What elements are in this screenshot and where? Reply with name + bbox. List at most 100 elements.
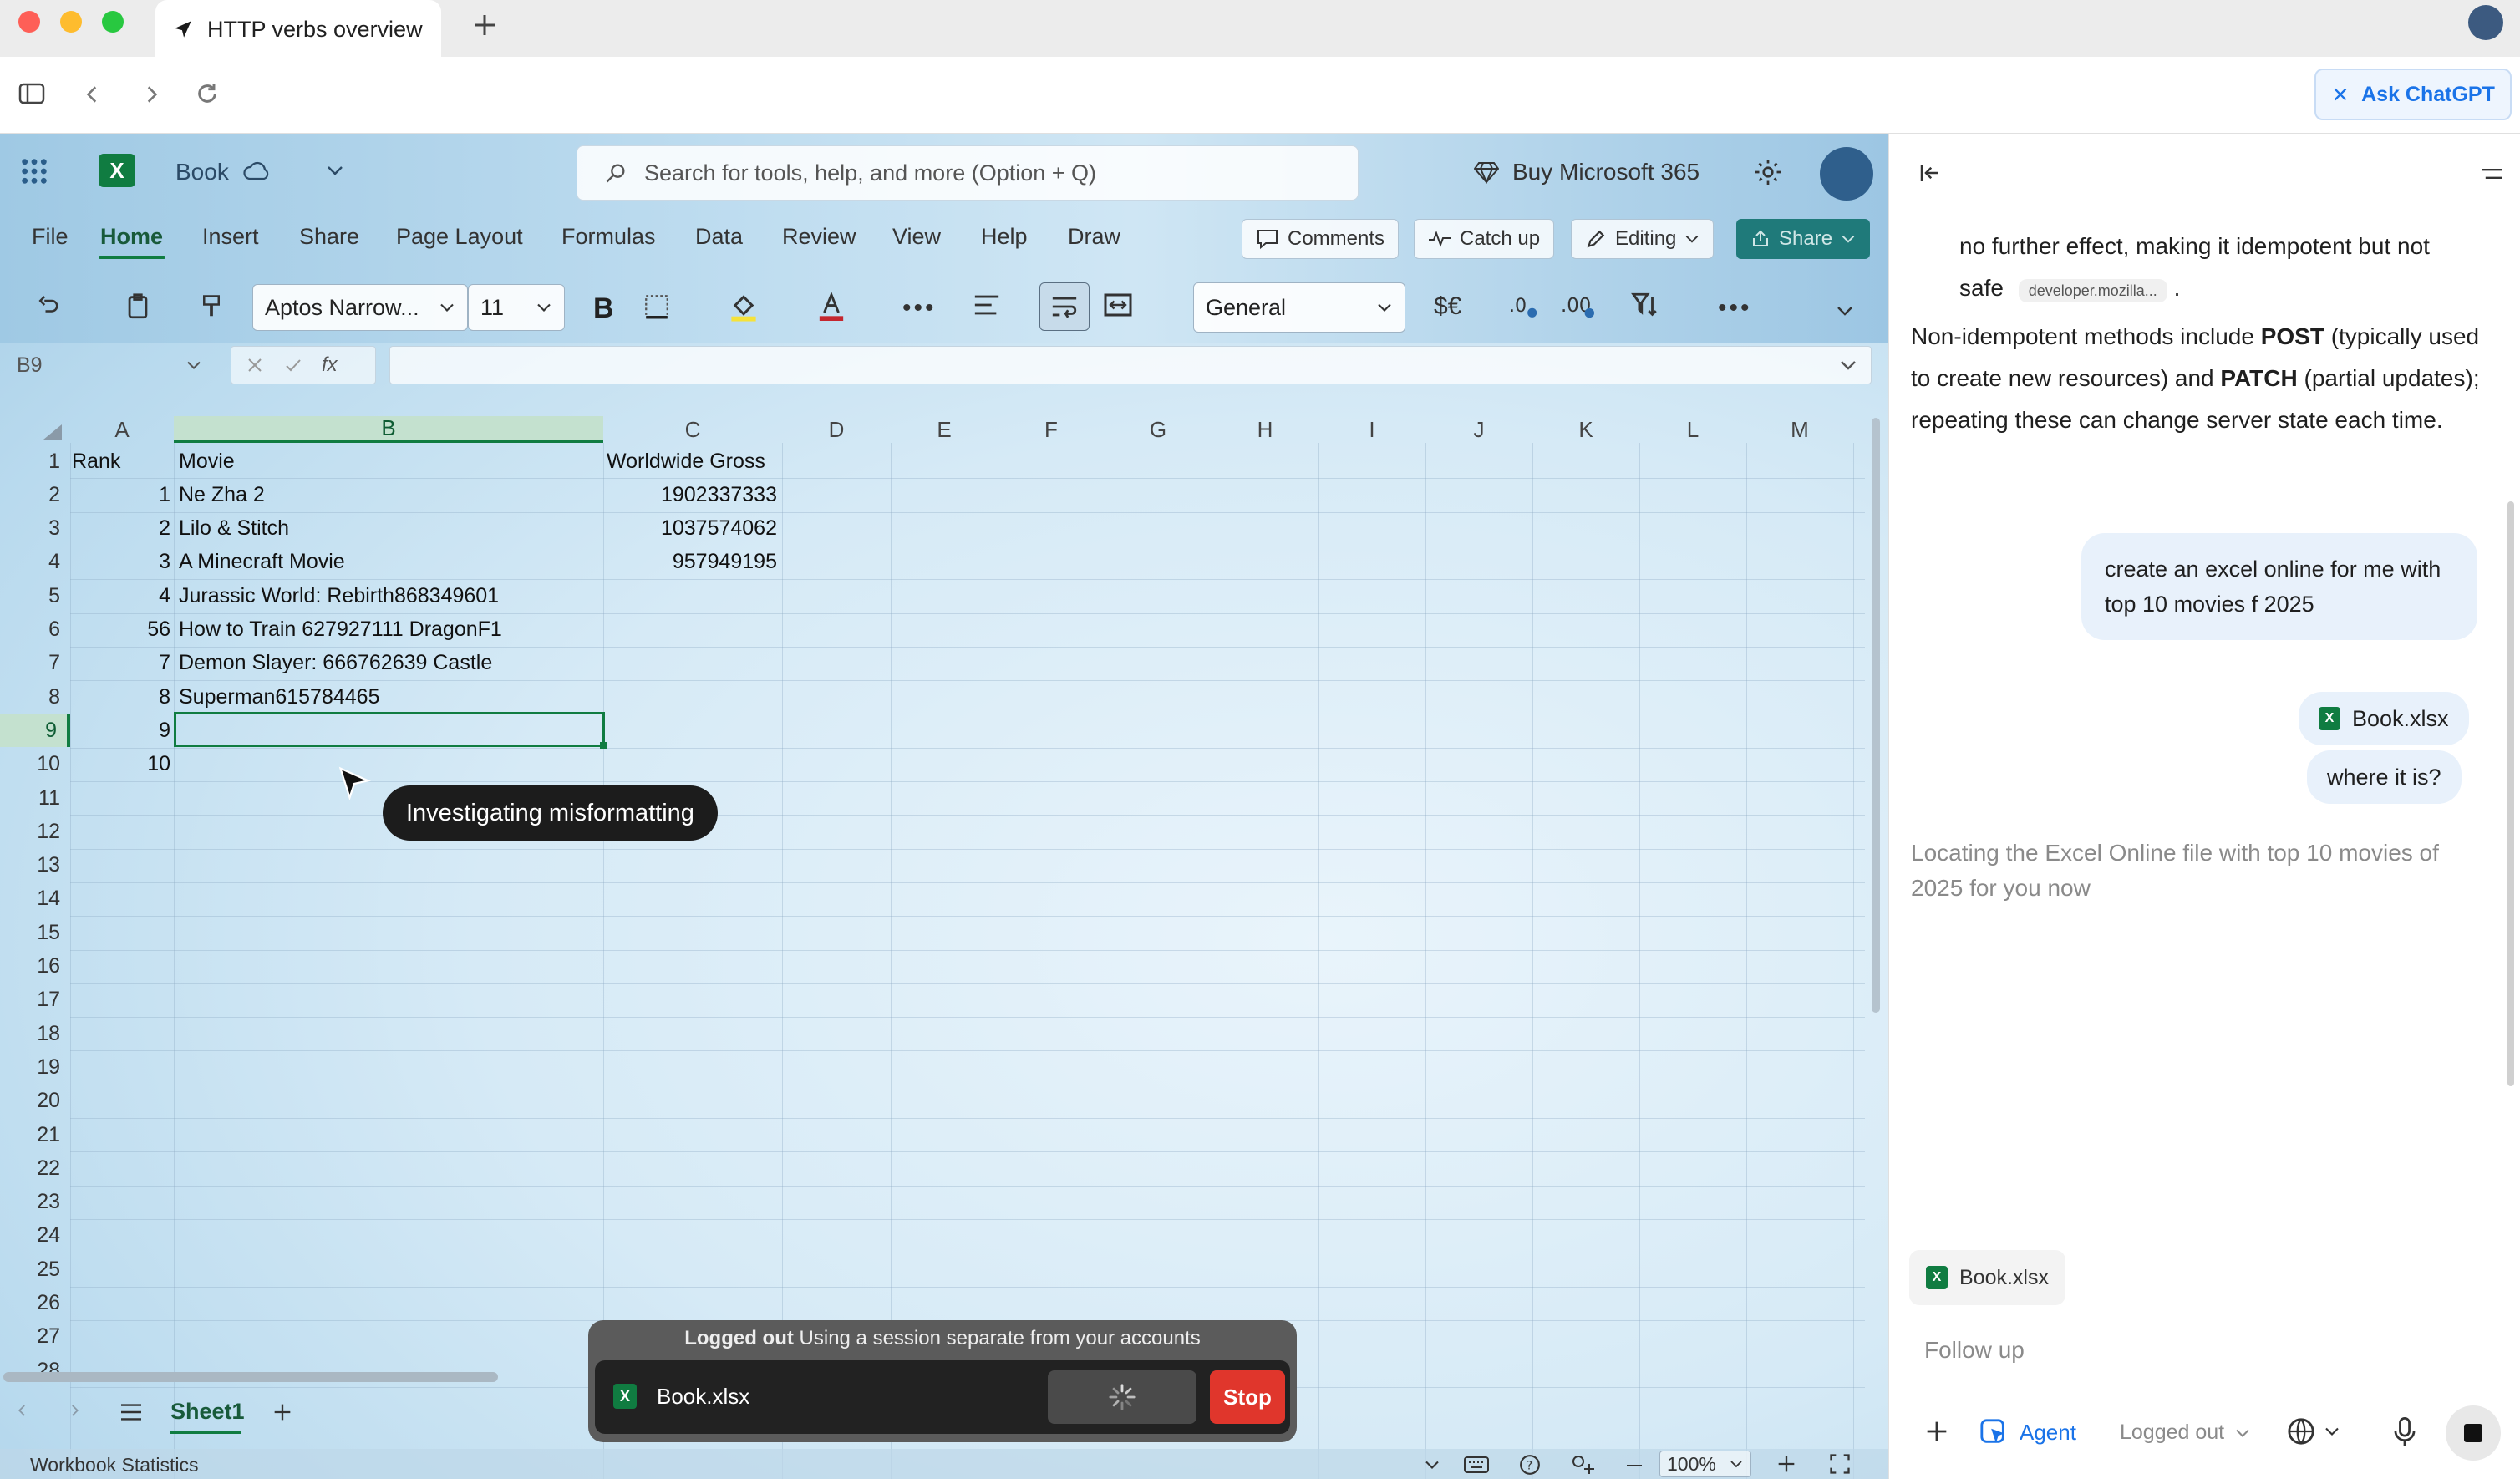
row-header-6[interactable]: 6 xyxy=(0,613,70,647)
insert-function-button[interactable]: fx xyxy=(322,353,338,377)
more-options-icon[interactable]: ••• xyxy=(1718,294,1752,323)
increase-decimal-button[interactable]: .00 xyxy=(1561,292,1594,319)
user-attachment-chip[interactable]: X Book.xlsx xyxy=(2299,692,2469,745)
row-header-27[interactable]: 27 xyxy=(0,1320,70,1354)
format-painter-button[interactable] xyxy=(199,292,224,321)
formula-input[interactable] xyxy=(389,346,1872,384)
name-box[interactable]: B9 xyxy=(0,346,219,384)
tab-review[interactable]: Review xyxy=(782,224,856,250)
accessibility-icon[interactable] xyxy=(1571,1454,1596,1476)
editing-mode-button[interactable]: Editing xyxy=(1571,219,1715,259)
spreadsheet-grid[interactable]: A B C D E F G H I J K L M 1 2 3 4 5 6 7 8 9 10 11 1… xyxy=(0,415,1865,1479)
back-button[interactable] xyxy=(82,82,104,107)
cell-c2[interactable]: 1902337333 xyxy=(607,478,777,511)
tab-page-layout[interactable]: Page Layout xyxy=(396,224,523,250)
fill-color-button[interactable] xyxy=(729,291,759,323)
voice-input-button[interactable] xyxy=(2392,1417,2417,1447)
cell-a8[interactable]: 8 xyxy=(72,680,170,714)
web-access-button[interactable] xyxy=(2287,1417,2340,1446)
keyboard-icon[interactable] xyxy=(1464,1456,1489,1474)
cell-c1[interactable]: Worldwide Gross xyxy=(607,445,790,478)
expand-ribbon-button[interactable] xyxy=(1835,304,1855,318)
row-header-10[interactable]: 10 xyxy=(0,748,70,781)
cell-a9[interactable]: 9 xyxy=(72,714,170,747)
tab-formulas[interactable]: Formulas xyxy=(561,224,656,250)
more-font-options-icon[interactable]: ••• xyxy=(902,294,937,323)
zoom-out-button[interactable] xyxy=(1624,1457,1644,1474)
cell-c4[interactable]: 957949195 xyxy=(607,546,777,579)
column-header-c[interactable]: C xyxy=(603,416,782,443)
collapse-panel-button[interactable] xyxy=(1918,160,1943,186)
horizontal-scrollbar[interactable] xyxy=(3,1372,498,1382)
row-header-16[interactable]: 16 xyxy=(0,950,70,983)
all-sheets-button[interactable] xyxy=(119,1402,144,1422)
number-format-select[interactable]: General xyxy=(1193,282,1405,333)
cell-b8[interactable]: Superman615784465 xyxy=(179,680,597,714)
sort-filter-button[interactable] xyxy=(1629,291,1661,319)
row-header-28[interactable]: 28 xyxy=(0,1354,70,1387)
stop-button[interactable]: Stop xyxy=(1210,1370,1285,1424)
prev-sheet-button[interactable] xyxy=(15,1400,30,1421)
tab-help[interactable]: Help xyxy=(981,224,1028,250)
tab-data[interactable]: Data xyxy=(695,224,743,250)
cell-a7[interactable]: 7 xyxy=(72,647,170,680)
sheet-tab-sheet1[interactable]: Sheet1 xyxy=(170,1399,245,1425)
profile-avatar[interactable] xyxy=(2468,5,2503,40)
font-name-select[interactable]: Aptos Narrow... xyxy=(252,284,468,331)
column-header-g[interactable]: G xyxy=(1105,416,1212,443)
column-header-m[interactable]: M xyxy=(1746,416,1853,443)
chat-scrollbar[interactable] xyxy=(2507,501,2514,1086)
row-header-2[interactable]: 2 xyxy=(0,478,70,511)
cell-b3[interactable]: Lilo & Stitch xyxy=(179,512,597,546)
row-header-4[interactable]: 4 xyxy=(0,546,70,579)
agent-mode-button[interactable]: Agent xyxy=(1979,1412,2076,1452)
column-header-k[interactable]: K xyxy=(1532,416,1639,443)
row-header-5[interactable]: 5 xyxy=(0,579,70,612)
row-header-11[interactable]: 11 xyxy=(0,781,70,815)
cell-a4[interactable]: 3 xyxy=(72,546,170,579)
search-input[interactable]: Search for tools, help, and more (Option… xyxy=(577,145,1359,201)
buy-microsoft-365-button[interactable]: Buy Microsoft 365 xyxy=(1474,159,1699,186)
cell-b6[interactable]: How to Train 627927111 DragonF1 xyxy=(179,613,597,647)
column-header-h[interactable]: H xyxy=(1212,416,1318,443)
workbook-statistics-button[interactable]: Workbook Statistics xyxy=(30,1454,199,1476)
row-header-1[interactable]: 1 xyxy=(0,445,70,478)
add-attachment-button[interactable] xyxy=(1923,1417,1951,1446)
doc-menu-chevron-icon[interactable] xyxy=(326,164,344,177)
tab-insert[interactable]: Insert xyxy=(202,224,259,250)
fill-handle[interactable] xyxy=(600,742,607,749)
panel-menu-button[interactable] xyxy=(2479,164,2504,184)
select-all-corner-icon[interactable] xyxy=(40,423,64,441)
add-sheet-button[interactable] xyxy=(271,1400,294,1424)
catch-up-button[interactable]: Catch up xyxy=(1414,219,1555,259)
borders-button[interactable] xyxy=(642,292,672,321)
row-header-19[interactable]: 19 xyxy=(0,1050,70,1084)
align-button[interactable] xyxy=(973,292,1001,318)
cell-a10[interactable]: 10 xyxy=(72,748,170,781)
undo-button[interactable] xyxy=(33,292,62,318)
row-header-15[interactable]: 15 xyxy=(0,916,70,949)
comments-button[interactable]: Comments xyxy=(1242,219,1400,259)
confirm-formula-icon[interactable] xyxy=(283,355,303,375)
cell-a6[interactable]: 56 xyxy=(72,613,170,647)
cell-a5[interactable]: 4 xyxy=(72,579,170,612)
row-header-24[interactable]: 24 xyxy=(0,1219,70,1253)
selected-cell-b9[interactable] xyxy=(174,712,605,747)
fullscreen-button[interactable] xyxy=(1828,1452,1852,1476)
zoom-window-button[interactable] xyxy=(102,11,124,33)
account-avatar[interactable] xyxy=(1820,147,1873,201)
column-header-j[interactable]: J xyxy=(1425,416,1532,443)
tab-view[interactable]: View xyxy=(892,224,941,250)
row-header-18[interactable]: 18 xyxy=(0,1017,70,1050)
cancel-formula-icon[interactable] xyxy=(245,355,265,375)
tab-active[interactable]: HTTP verbs overview xyxy=(155,0,441,58)
row-header-3[interactable]: 3 xyxy=(0,512,70,546)
tab-home[interactable]: Home xyxy=(100,224,163,250)
column-header-f[interactable]: F xyxy=(998,416,1105,443)
agent-progress-button[interactable] xyxy=(1048,1370,1196,1424)
row-header-13[interactable]: 13 xyxy=(0,849,70,882)
help-icon[interactable]: ? xyxy=(1519,1454,1541,1476)
bold-button[interactable]: B xyxy=(593,292,614,325)
cell-a2[interactable]: 1 xyxy=(72,478,170,511)
sidebar-toggle-button[interactable] xyxy=(18,82,45,105)
